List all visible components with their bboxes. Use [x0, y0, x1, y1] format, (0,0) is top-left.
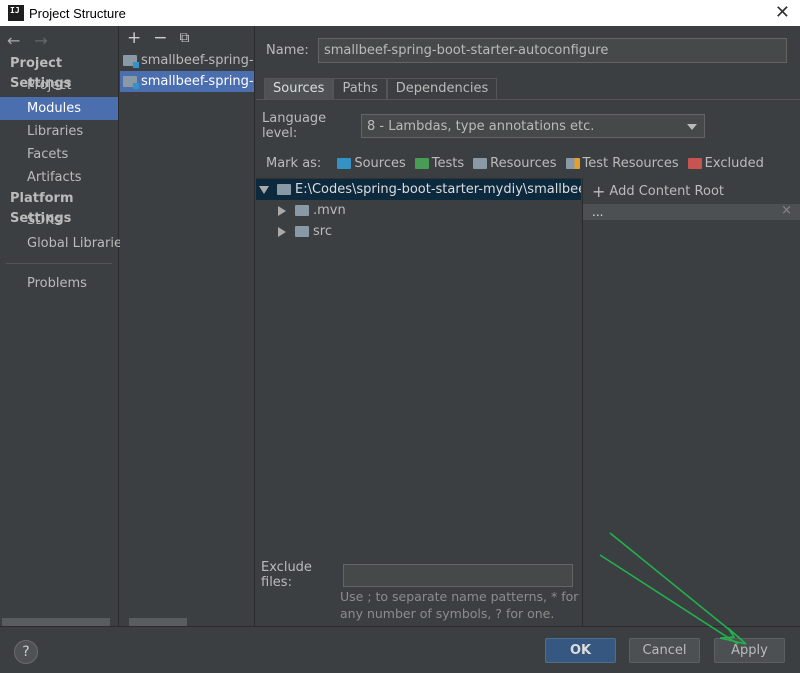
- sidebar-divider: [6, 263, 112, 264]
- add-module-icon[interactable]: +: [127, 28, 141, 48]
- tab-sources[interactable]: Sources: [264, 78, 334, 99]
- exclude-files-row: Exclude files:: [261, 560, 573, 590]
- sidebar-item-artifacts[interactable]: Artifacts: [0, 166, 118, 189]
- help-button[interactable]: ?: [14, 640, 38, 664]
- language-level-label: Language level:: [262, 111, 327, 141]
- remove-module-icon[interactable]: −: [153, 28, 167, 48]
- plus-icon: +: [592, 181, 606, 201]
- chevron-down-icon: [687, 124, 697, 130]
- mark-excluded-button[interactable]: Excluded: [687, 156, 764, 171]
- module-item-label: smallbeef-spring-boot-starter-autoconfig…: [141, 74, 254, 89]
- copy-module-icon[interactable]: ⧉: [180, 30, 190, 46]
- content-root-tree: E:\Codes\spring-boot-starter-mydiy\small…: [256, 178, 581, 551]
- test-resources-folder-icon: [565, 158, 580, 169]
- module-item-label: smallbeef-spring-boot-starter: [141, 53, 254, 68]
- content-root-entry[interactable]: ... ×: [583, 203, 800, 220]
- add-content-root-button[interactable]: + Add Content Root: [583, 178, 800, 204]
- tab-dependencies[interactable]: Dependencies: [386, 78, 498, 99]
- cancel-button[interactable]: Cancel: [629, 638, 700, 663]
- tests-folder-icon: [414, 158, 429, 169]
- tree-item-label: src: [313, 224, 332, 239]
- module-settings-content: Name: smallbeef-spring-boot-starter-auto…: [256, 26, 800, 626]
- folder-icon: [277, 184, 291, 195]
- intellij-app-icon: IJ: [8, 5, 24, 21]
- content-root-panel: + Add Content Root ... ×: [582, 178, 800, 626]
- language-level-value: 8 - Lambdas, type annotations etc.: [367, 118, 595, 134]
- history-nav: ← →: [0, 26, 118, 54]
- platform-settings-header: Platform Settings: [10, 191, 74, 226]
- mark-tests-button[interactable]: Tests: [414, 156, 465, 171]
- exclude-files-input[interactable]: [343, 563, 573, 587]
- folder-icon: [295, 205, 309, 216]
- module-toolbar: + − ⧉: [120, 26, 254, 50]
- mark-resources-label: Resources: [490, 156, 557, 171]
- sidebar-item-facets[interactable]: Facets: [0, 143, 118, 166]
- folder-icon: [295, 226, 309, 237]
- tree-root-row[interactable]: E:\Codes\spring-boot-starter-mydiy\small…: [256, 179, 581, 200]
- forward-arrow-icon[interactable]: →: [34, 31, 47, 50]
- module-item-selected[interactable]: smallbeef-spring-boot-starter-autoconfig…: [120, 71, 254, 92]
- sidebar-item-libraries[interactable]: Libraries: [0, 120, 118, 143]
- close-window-icon[interactable]: ✕: [775, 2, 790, 23]
- ok-button[interactable]: OK: [545, 638, 616, 663]
- back-arrow-icon[interactable]: ←: [7, 31, 20, 50]
- content-root-path: ...: [592, 205, 604, 219]
- window-title: Project Structure: [29, 5, 126, 21]
- excluded-folder-icon: [687, 158, 702, 169]
- sidebar-item-problems[interactable]: Problems: [0, 272, 118, 295]
- name-row: Name: smallbeef-spring-boot-starter-auto…: [266, 38, 787, 63]
- language-level-select[interactable]: 8 - Lambdas, type annotations etc.: [361, 114, 705, 138]
- expand-right-icon[interactable]: [278, 205, 286, 216]
- tab-divider: [256, 99, 800, 100]
- module-item[interactable]: smallbeef-spring-boot-starter: [120, 50, 254, 71]
- mark-as-row: Mark as: Sources Tests Resources Test Re…: [266, 156, 773, 171]
- module-list-scrollbar[interactable]: [129, 618, 187, 626]
- name-label: Name:: [266, 43, 309, 58]
- sidebar-horizontal-scrollbar[interactable]: [2, 618, 110, 626]
- apply-button[interactable]: Apply: [714, 638, 785, 663]
- module-folder-icon: [123, 76, 139, 89]
- module-name-input[interactable]: smallbeef-spring-boot-starter-autoconfig…: [318, 38, 787, 63]
- mark-resources-button[interactable]: Resources: [473, 156, 557, 171]
- expand-right-icon[interactable]: [278, 226, 286, 237]
- module-list-panel: + − ⧉ smallbeef-spring-boot-starter smal…: [120, 26, 255, 626]
- exclude-files-hint: Use ; to separate name patterns, * for a…: [340, 589, 579, 621]
- mark-tests-label: Tests: [431, 156, 465, 171]
- settings-sidebar: ← → Project Settings Project Modules Lib…: [0, 26, 129, 626]
- tree-row-mvn[interactable]: .mvn: [256, 200, 581, 221]
- mark-excluded-label: Excluded: [704, 156, 764, 171]
- tree-item-label: .mvn: [313, 203, 346, 218]
- mark-sources-button[interactable]: Sources: [337, 156, 406, 171]
- remove-root-icon[interactable]: ×: [781, 203, 792, 218]
- expand-down-icon[interactable]: [259, 185, 269, 194]
- language-level-row: Language level: 8 - Lambdas, type annota…: [262, 111, 705, 141]
- add-content-root-label: Add Content Root: [609, 183, 724, 199]
- tab-paths[interactable]: Paths: [333, 78, 387, 99]
- tree-row-src[interactable]: src: [256, 221, 581, 242]
- tree-root-label: E:\Codes\spring-boot-starter-mydiy\small…: [295, 182, 581, 197]
- sidebar-item-modules[interactable]: Modules: [0, 97, 118, 120]
- exclude-files-label: Exclude files:: [261, 560, 312, 590]
- module-folder-icon: [123, 55, 139, 68]
- dialog-button-bar: ? OK Cancel Apply: [0, 626, 800, 673]
- resources-folder-icon: [473, 158, 488, 169]
- mark-as-label: Mark as:: [266, 156, 322, 171]
- sidebar-item-global-libraries[interactable]: Global Libraries: [0, 232, 129, 255]
- project-settings-header: Project Settings: [10, 56, 72, 91]
- module-tabs: Sources Paths Dependencies: [264, 78, 498, 99]
- mark-test-resources-button[interactable]: Test Resources: [565, 156, 679, 171]
- mark-sources-label: Sources: [354, 156, 406, 171]
- mark-test-resources-label: Test Resources: [582, 156, 679, 171]
- window-titlebar: IJ Project Structure ✕: [0, 0, 800, 26]
- sources-folder-icon: [337, 158, 352, 169]
